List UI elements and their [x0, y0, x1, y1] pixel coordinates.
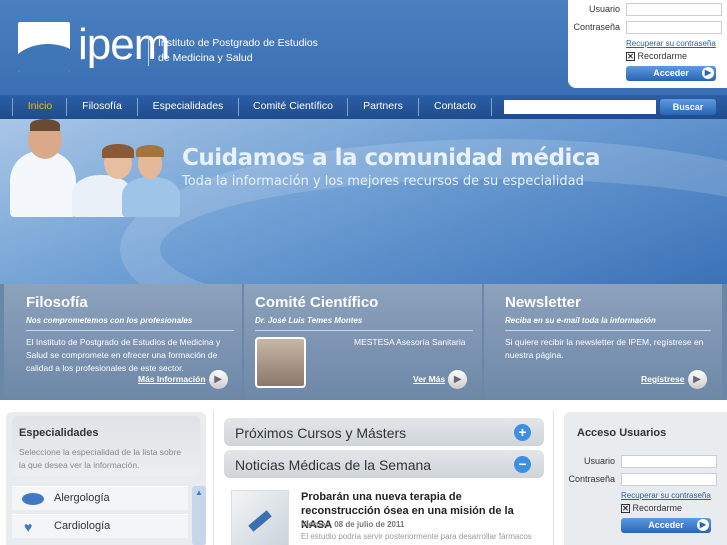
doctor-photo — [255, 337, 306, 388]
panel-filosofia-title: Filosofía — [26, 294, 88, 311]
password-label: Contraseña — [573, 22, 620, 32]
feature-panels: Filosofía Nos comprometemos con los prof… — [0, 284, 727, 400]
acceso-remember-label: Recordarme — [632, 503, 683, 513]
main-nav: Inicio Filosofía Especialidades Comité C… — [0, 95, 727, 119]
arrow-right-icon[interactable]: ▶ — [208, 370, 228, 389]
panel-newsletter-subtitle: Reciba en su e-mail toda la información — [505, 316, 656, 325]
acceso-password-input[interactable] — [621, 473, 717, 486]
nav-item-especialidades[interactable]: Especialidades — [138, 95, 238, 119]
arrow-right-icon[interactable]: ▶ — [687, 370, 707, 389]
panel-newsletter-title: Newsletter — [505, 294, 581, 311]
allergy-icon — [22, 493, 44, 505]
login-submit-button[interactable]: Acceder ▶ — [626, 66, 716, 81]
heart-icon: ♥ — [24, 519, 33, 535]
panel-comite: Comité Científico Dr. José Luis Temes Mo… — [244, 284, 482, 398]
list-scrollbar[interactable]: ▲ — [192, 486, 206, 545]
acceso-usuarios-box: Acceso Usuarios Usuario Contraseña Recup… — [564, 412, 727, 545]
logo-mark[interactable] — [18, 22, 70, 72]
list-item[interactable]: ♥ Cardiología — [12, 514, 188, 538]
panel-filosofia-subtitle: Nos comprometemos con los profesionales — [26, 316, 193, 325]
arrow-right-icon: ▶ — [697, 519, 709, 531]
remember-label: Recordarme — [637, 51, 688, 61]
logo-divider — [148, 36, 149, 66]
arrow-right-icon[interactable]: ▶ — [448, 370, 468, 389]
panel-comite-text: MESTESA Asesoría Sanitaria — [354, 337, 466, 347]
especialidades-box: Especialidades Seleccione la especialida… — [6, 412, 206, 545]
panel-newsletter-text: Si quiere recibir la newsletter de IPEM,… — [505, 337, 704, 360]
doctors-image — [0, 119, 185, 217]
news-thumbnail[interactable] — [231, 490, 289, 545]
search-input[interactable] — [504, 100, 656, 114]
login-submit-label: Acceder — [653, 68, 689, 78]
header-login-box: Usuario Contraseña Recuperar su contrase… — [568, 0, 727, 88]
acceso-submit-button[interactable]: Acceder ▶ — [621, 518, 711, 533]
logo-tagline-line1: Instituto de Postgrado de Estudios — [158, 37, 318, 49]
column-divider — [553, 410, 554, 545]
syringe-icon — [248, 510, 272, 532]
nav-item-filosofia[interactable]: Filosofía — [67, 95, 137, 119]
collapse-minus-icon[interactable]: − — [514, 456, 531, 473]
mas-informacion-link[interactable]: Más Información — [138, 374, 206, 384]
panel-filosofia-more[interactable]: Más Información ▶ — [138, 370, 228, 389]
panel-filosofia: Filosofía Nos comprometemos con los prof… — [4, 284, 242, 398]
noticias-section-header[interactable]: Noticias Médicas de la Semana − — [224, 450, 544, 478]
logo-tagline: Instituto de Postgrado de Estudios de Me… — [158, 36, 318, 66]
panel-newsletter-more[interactable]: Regístrese ▶ — [641, 370, 707, 389]
acceso-submit-label: Acceder — [648, 520, 684, 530]
especialidades-title: Especialidades — [19, 427, 99, 439]
arrow-right-icon: ▶ — [702, 67, 714, 79]
panel-divider — [26, 330, 234, 331]
remember-checkbox[interactable]: ✕ — [626, 52, 635, 61]
password-input[interactable] — [626, 21, 722, 34]
username-input[interactable] — [626, 3, 722, 16]
acceso-remember-row: ✕ Recordarme — [621, 503, 682, 513]
acceso-title: Acceso Usuarios — [577, 427, 667, 439]
news-date: Viernes, 08 de julio de 2011 — [301, 520, 405, 529]
panel-divider — [505, 330, 711, 331]
especialidades-description: Seleccione la especialidad de la lista s… — [19, 447, 182, 470]
column-divider — [213, 410, 214, 545]
acceso-remember-checkbox[interactable]: ✕ — [621, 504, 630, 513]
acceso-username-label: Usuario — [583, 456, 615, 466]
nav-separator — [12, 98, 13, 116]
panel-comite-title: Comité Científico — [255, 294, 379, 311]
panel-divider — [255, 330, 473, 331]
recover-password-link[interactable]: Recuperar su contraseña — [626, 39, 716, 48]
noticias-title: Noticias Médicas de la Semana — [235, 457, 432, 473]
news-excerpt: El estudio podría servir posteriormente … — [301, 532, 532, 541]
acceso-username-input[interactable] — [621, 455, 717, 468]
banner-title: Cuidamos a la comunidad médica — [182, 145, 601, 171]
search-button[interactable]: Buscar — [660, 99, 716, 115]
logo-word[interactable]: ipem — [78, 20, 170, 70]
expand-plus-icon[interactable]: + — [514, 424, 531, 441]
list-item[interactable]: Alergología — [12, 486, 188, 510]
panel-newsletter: Newsletter Reciba en su e-mail toda la i… — [484, 284, 722, 398]
nav-item-comite-cientifico[interactable]: Comité Científico — [239, 95, 347, 119]
acceso-password-label: Contraseña — [568, 474, 615, 484]
registrese-link[interactable]: Regístrese — [641, 374, 684, 384]
username-label: Usuario — [588, 4, 620, 14]
cursos-section-header[interactable]: Próximos Cursos y Másters + — [224, 418, 544, 446]
nav-separator — [491, 98, 492, 116]
cursos-title: Próximos Cursos y Másters — [235, 425, 407, 441]
panel-comite-more[interactable]: Ver Más ▶ — [413, 370, 468, 389]
hero-banner: Cuidamos a la comunidad médica Toda la i… — [0, 119, 727, 284]
panel-comite-subtitle: Dr. José Luis Temes Montes — [255, 316, 363, 325]
especialidad-label: Cardiología — [54, 520, 111, 532]
especialidad-label: Alergología — [54, 492, 110, 504]
nav-item-contacto[interactable]: Contacto — [419, 95, 491, 119]
nav-item-inicio[interactable]: Inicio — [14, 95, 66, 119]
remember-row: ✕ Recordarme — [626, 51, 687, 61]
logo-tagline-line2: de Medicina y Salud — [158, 52, 253, 64]
acceso-recover-link[interactable]: Recuperar su contraseña — [621, 491, 711, 500]
nav-item-partners[interactable]: Partners — [348, 95, 418, 119]
banner-subtitle: Toda la información y los mejores recurs… — [182, 174, 584, 189]
ver-mas-link[interactable]: Ver Más — [413, 374, 445, 384]
chevron-up-icon[interactable]: ▲ — [195, 488, 203, 497]
